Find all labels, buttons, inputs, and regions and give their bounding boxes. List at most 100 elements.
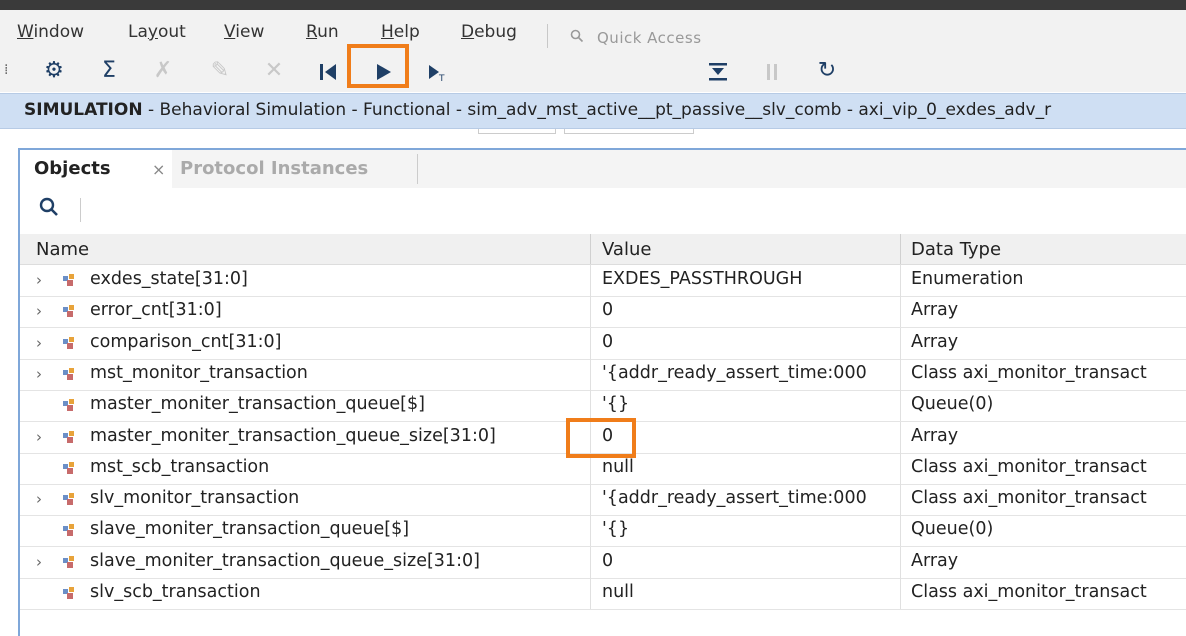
sigma-icon[interactable]: Σ	[97, 58, 121, 84]
object-name: slv_scb_transaction	[90, 582, 261, 602]
cell-divider	[900, 546, 901, 578]
object-icon	[62, 397, 76, 412]
pause-icon[interactable]	[760, 58, 784, 90]
table-row[interactable]: › exdes_state[31:0] EXDES_PASSTHROUGH Enume…	[20, 265, 1186, 297]
step-icon[interactable]	[706, 58, 730, 90]
search-separator	[80, 198, 81, 222]
expand-chevron-icon[interactable]: ›	[36, 428, 42, 446]
table-row[interactable]: › error_cnt[31:0] 0 Array	[20, 296, 1186, 329]
column-header-data-type[interactable]: Data Type	[911, 239, 1001, 260]
quick-access-label: Quick Access	[597, 29, 702, 47]
menu-view[interactable]: View	[224, 22, 264, 42]
object-icon	[62, 429, 76, 443]
simulation-banner: SIMULATION - Behavioral Simulation - Fun…	[0, 93, 1186, 129]
object-data-type: Queue(0)	[911, 394, 994, 415]
cell-divider	[590, 578, 591, 609]
simulation-label: SIMULATION	[24, 100, 143, 120]
object-data-type: Array	[911, 331, 959, 352]
tab-objects-label: Objects	[34, 158, 111, 179]
table-row[interactable]: › comparison_cnt[31:0] 0 Array	[20, 327, 1186, 360]
tab-separator	[417, 154, 418, 184]
cell-divider	[590, 296, 591, 328]
simulation-details: - Behavioral Simulation - Functional - s…	[142, 100, 1052, 120]
cell-divider	[590, 390, 591, 422]
object-name: exdes_state[31:0]	[90, 269, 248, 289]
cell-divider	[900, 296, 901, 328]
menu-debug[interactable]: Debug	[461, 22, 517, 42]
table-row[interactable]: slv_scb_transaction null Class axi_monitor…	[20, 578, 1186, 610]
menu-bar: Window Layout View Run Help Debug Quick …	[0, 10, 1186, 55]
object-value: '{}	[602, 519, 630, 540]
close-disabled-icon[interactable]: ✕	[262, 58, 286, 84]
object-data-type: Class axi_monitor_transact	[911, 456, 1147, 477]
object-value: '{addr_ready_assert_time:000	[602, 362, 867, 383]
gear-icon[interactable]: ⚙	[42, 58, 66, 84]
object-value: 0	[602, 425, 614, 446]
menu-window[interactable]: Window	[17, 22, 84, 42]
search-icon	[570, 29, 584, 47]
object-data-type: Class axi_monitor_transact	[911, 488, 1147, 509]
restart-icon[interactable]	[316, 58, 340, 90]
cell-divider	[900, 515, 901, 547]
table-row[interactable]: › mst_monitor_transaction '{addr_ready_ass…	[20, 358, 1186, 391]
menu-run[interactable]: Run	[306, 22, 339, 42]
expand-chevron-icon[interactable]: ›	[36, 553, 42, 571]
cell-divider	[590, 484, 591, 516]
column-header-value[interactable]: Value	[602, 239, 651, 260]
object-value: null	[602, 582, 634, 602]
expand-chevron-icon[interactable]: ›	[36, 365, 42, 383]
cell-divider	[590, 358, 591, 390]
cell-divider	[900, 484, 901, 516]
object-value: '{}	[602, 394, 630, 415]
cell-divider	[590, 546, 591, 578]
svg-text:T: T	[438, 74, 445, 83]
object-data-type: Enumeration	[911, 269, 1024, 289]
cell-divider	[590, 327, 591, 359]
menu-separator	[547, 24, 548, 48]
sigma-disabled-icon[interactable]: ✗	[151, 58, 175, 84]
object-icon	[62, 554, 76, 568]
tab-objects[interactable]: Objects ×	[20, 150, 172, 188]
toolbar: ⁞ ⚙ Σ ✗ ✎ ✕ T 10 us ⌄ ↻	[0, 50, 1186, 134]
table-header: Name Value Data Type	[20, 234, 1186, 265]
object-name: mst_scb_transaction	[90, 456, 270, 477]
pencil-disabled-icon[interactable]: ✎	[208, 58, 232, 84]
expand-chevron-icon[interactable]: ›	[36, 271, 42, 289]
cell-divider	[900, 358, 901, 390]
object-name: master_moniter_transaction_queue[$]	[90, 394, 425, 415]
object-data-type: Array	[911, 550, 959, 571]
table-row[interactable]: › slave_moniter_transaction_queue_size[31…	[20, 546, 1186, 579]
object-icon	[62, 522, 76, 537]
close-icon[interactable]: ×	[152, 160, 165, 179]
object-icon	[62, 272, 76, 286]
object-name: comparison_cnt[31:0]	[90, 331, 282, 352]
relaunch-icon[interactable]: ↻	[815, 58, 839, 84]
expand-chevron-icon[interactable]: ›	[36, 490, 42, 508]
panel-tab-row: Objects × Protocol Instances	[20, 150, 1186, 189]
object-name: slv_monitor_transaction	[90, 488, 300, 509]
object-name: slave_moniter_transaction_queue[$]	[90, 519, 410, 540]
table-row[interactable]: › slv_monitor_transaction '{addr_ready_ass…	[20, 484, 1186, 517]
column-header-name[interactable]: Name	[36, 239, 89, 260]
column-divider[interactable]	[590, 234, 591, 264]
simulation-banner-text: SIMULATION - Behavioral Simulation - Fun…	[24, 100, 1051, 120]
cell-divider	[900, 452, 901, 484]
menu-layout[interactable]: Layout	[128, 22, 186, 42]
object-icon	[62, 460, 76, 474]
object-name: mst_monitor_transaction	[90, 362, 308, 383]
search-icon[interactable]	[38, 196, 60, 224]
expand-chevron-icon[interactable]: ›	[36, 334, 42, 352]
tab-protocol-instances[interactable]: Protocol Instances	[180, 158, 368, 179]
column-divider[interactable]	[900, 234, 901, 264]
expand-chevron-icon[interactable]: ›	[36, 302, 42, 320]
run-all-highlight	[347, 44, 409, 88]
object-value: 0	[602, 331, 614, 352]
run-for-icon[interactable]: T	[425, 58, 455, 90]
value-highlight	[566, 418, 636, 458]
object-icon	[62, 585, 76, 599]
table-row[interactable]: slave_moniter_transaction_queue[$] '{} Que…	[20, 515, 1186, 548]
object-name: slave_moniter_transaction_queue_size[31:…	[90, 550, 480, 571]
objects-panel: Objects × Protocol Instances Name Value …	[18, 148, 1186, 636]
object-data-type: Queue(0)	[911, 519, 994, 540]
menu-help[interactable]: Help	[381, 22, 420, 42]
